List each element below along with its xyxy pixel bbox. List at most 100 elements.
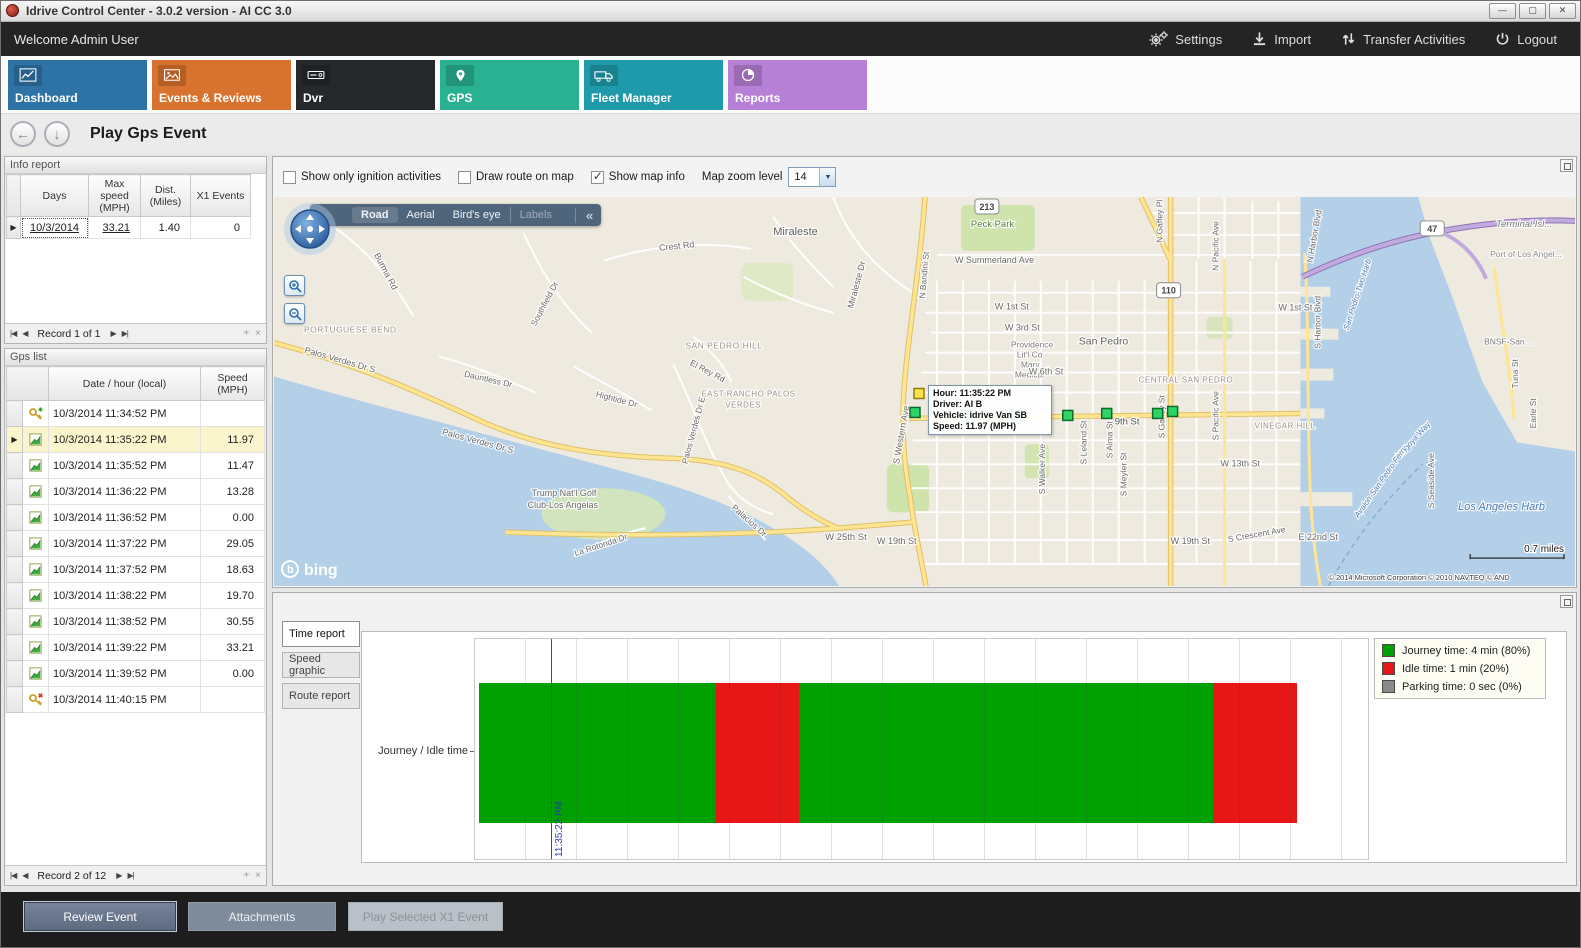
pager-next-button[interactable]: ▶ <box>110 329 115 338</box>
gps-row[interactable]: 10/3/2014 11:37:52 PM18.63 <box>7 557 265 583</box>
back-button[interactable]: ← <box>10 121 36 147</box>
nav-tab-fleet[interactable]: Fleet Manager <box>584 60 723 110</box>
cell-datetime[interactable]: 10/3/2014 11:36:22 PM <box>49 479 201 505</box>
map-mode-road[interactable]: Road <box>352 207 398 223</box>
timeline-bar <box>479 683 1297 823</box>
topbar-import-button[interactable]: Import <box>1252 31 1311 47</box>
map-zoom-select[interactable]: 14 ▼ <box>788 167 836 187</box>
cell-datetime[interactable]: 10/3/2014 11:38:52 PM <box>49 609 201 635</box>
cell-datetime[interactable]: 10/3/2014 11:38:22 PM <box>49 583 201 609</box>
chart-plot[interactable]: 11:35:22 PM <box>474 638 1369 860</box>
pager-first-button[interactable]: |◀ <box>10 871 16 880</box>
gps-point-marker[interactable] <box>910 407 920 417</box>
cell-datetime[interactable]: 10/3/2014 11:36:52 PM <box>49 505 201 531</box>
map-tooltip-line: Speed: 11.97 (MPH) <box>933 421 1047 432</box>
checkbox-icon[interactable] <box>283 171 296 184</box>
gps-list-pager: |◀ ◀ Record 2 of 12 ▶ ▶| + × <box>5 865 266 885</box>
cell-datetime[interactable]: 10/3/2014 11:39:22 PM <box>49 635 201 661</box>
attachments-button[interactable]: Attachments <box>188 902 336 931</box>
gps-row[interactable]: 10/3/2014 11:35:52 PM11.47 <box>7 453 265 479</box>
legend-swatch-icon <box>1382 680 1395 693</box>
gps-point-marker[interactable] <box>1168 406 1178 416</box>
map[interactable]: MiralestePeck ParkW Summerland AveCrest … <box>274 197 1575 586</box>
cell-datetime[interactable]: 10/3/2014 11:34:52 PM <box>49 401 201 427</box>
cell-datetime[interactable]: 10/3/2014 11:37:22 PM <box>49 531 201 557</box>
map-zoom-in-button[interactable] <box>284 275 305 296</box>
map-label: VERDES <box>725 400 761 409</box>
map-panel-collapse-button[interactable] <box>1560 159 1573 172</box>
ignition-on-icon <box>23 401 49 427</box>
minimize-button[interactable]: — <box>1489 3 1516 19</box>
map-mode-bird-s-eye[interactable]: Bird's eye <box>444 207 510 223</box>
map-option-checkbox-0[interactable]: Show only ignition activities <box>283 171 441 184</box>
cell-datetime[interactable]: 10/3/2014 11:39:52 PM <box>49 661 201 687</box>
gps-row[interactable]: 10/3/2014 11:34:52 PM <box>7 401 265 427</box>
gps-grid-table: Date / hour (local)Speed (MPH)10/3/2014 … <box>6 366 265 713</box>
pager-next-button[interactable]: ▶ <box>116 871 121 880</box>
map-label: Providence <box>1011 340 1054 350</box>
pager-prev-button[interactable]: ◀ <box>22 329 27 338</box>
maximize-button[interactable]: ▢ <box>1519 3 1546 19</box>
chart-tab-route-report[interactable]: Route report <box>282 683 360 709</box>
checkbox-icon[interactable] <box>591 171 604 184</box>
topbar-settings-button[interactable]: Settings <box>1148 31 1222 47</box>
down-button[interactable]: ↓ <box>44 121 70 147</box>
map-label: San Pedro <box>1079 337 1129 348</box>
gps-row[interactable]: 10/3/2014 11:36:52 PM0.00 <box>7 505 265 531</box>
combo-arrow-icon[interactable]: ▼ <box>819 168 835 186</box>
nav-tab-reports[interactable]: Reports <box>728 60 867 110</box>
cell-datetime[interactable]: 10/3/2014 11:35:52 PM <box>49 453 201 479</box>
map-option-checkbox-1[interactable]: Draw route on map <box>458 171 574 184</box>
bing-logo: b bing <box>282 561 338 579</box>
topbar-transfer-button[interactable]: Transfer Activities <box>1341 31 1465 47</box>
cell-max-speed[interactable]: 33.21 <box>89 217 141 239</box>
chart-panel-collapse-button[interactable] <box>1560 595 1573 608</box>
gps-point-marker[interactable] <box>1102 408 1112 418</box>
topbar-logout-button[interactable]: Logout <box>1495 31 1557 47</box>
map-option-checkbox-2[interactable]: Show map info <box>591 171 685 184</box>
selected-gps-marker[interactable] <box>914 389 924 399</box>
gps-row[interactable]: 10/3/2014 11:37:22 PM29.05 <box>7 531 265 557</box>
pager-append-button[interactable]: + <box>243 870 249 881</box>
review-event-button[interactable]: Review Event <box>24 902 176 931</box>
cell-datetime[interactable]: 10/3/2014 11:35:22 PM <box>49 427 201 453</box>
titlebar: Idrive Control Center - 3.0.2 version - … <box>0 0 1581 22</box>
gps-row[interactable]: 10/3/2014 11:40:15 PM <box>7 687 265 713</box>
nav-tab-dvr[interactable]: Dvr <box>296 60 435 110</box>
map-compass[interactable] <box>282 201 338 262</box>
cell-datetime[interactable]: 10/3/2014 11:37:52 PM <box>49 557 201 583</box>
pager-last-button[interactable]: ▶| <box>122 329 128 338</box>
pager-first-button[interactable]: |◀ <box>10 329 16 338</box>
gps-row[interactable]: 10/3/2014 11:38:22 PM19.70 <box>7 583 265 609</box>
gps-row[interactable]: 10/3/2014 11:39:22 PM33.21 <box>7 635 265 661</box>
gps-row[interactable]: ▶10/3/2014 11:35:22 PM11.97 <box>7 427 265 453</box>
pager-prev-button[interactable]: ◀ <box>22 871 27 880</box>
cell-datetime[interactable]: 10/3/2014 11:40:15 PM <box>49 687 201 713</box>
nav-tab-dashboard[interactable]: Dashboard <box>8 60 147 110</box>
gps-point-marker[interactable] <box>1063 410 1073 420</box>
gps-row[interactable]: 10/3/2014 11:36:22 PM13.28 <box>7 479 265 505</box>
chart-tab-time-report[interactable]: Time report <box>282 621 360 647</box>
table-row[interactable]: ▶10/3/201433.211.400 <box>7 217 251 239</box>
checkbox-icon[interactable] <box>458 171 471 184</box>
nav-tab-events[interactable]: Events & Reviews <box>152 60 291 110</box>
pager-delete-button[interactable]: × <box>255 328 261 339</box>
pager-append-button[interactable]: + <box>243 328 249 339</box>
nav-tab-gps[interactable]: GPS <box>440 60 579 110</box>
map-modes-collapse-button[interactable]: « <box>575 208 593 223</box>
map-zoom-group: Map zoom level 14 ▼ <box>702 167 837 187</box>
chart-tab-speed-graphic[interactable]: Speed graphic <box>282 652 360 678</box>
row-indicator <box>7 479 23 505</box>
close-button[interactable]: ✕ <box>1549 3 1576 19</box>
cell-speed: 29.05 <box>201 531 265 557</box>
pager-delete-button[interactable]: × <box>255 870 261 881</box>
gps-row[interactable]: 10/3/2014 11:39:52 PM0.00 <box>7 661 265 687</box>
map-mode-labels[interactable]: Labels <box>510 207 561 223</box>
cell-days[interactable]: 10/3/2014 <box>21 217 89 239</box>
gps-list-grid: Date / hour (local)Speed (MPH)10/3/2014 … <box>6 366 265 865</box>
map-mode-aerial[interactable]: Aerial <box>398 207 444 223</box>
gps-point-marker[interactable] <box>1153 408 1163 418</box>
pager-last-button[interactable]: ▶| <box>127 871 133 880</box>
gps-row[interactable]: 10/3/2014 11:38:52 PM30.55 <box>7 609 265 635</box>
map-zoom-out-button[interactable] <box>284 303 305 324</box>
